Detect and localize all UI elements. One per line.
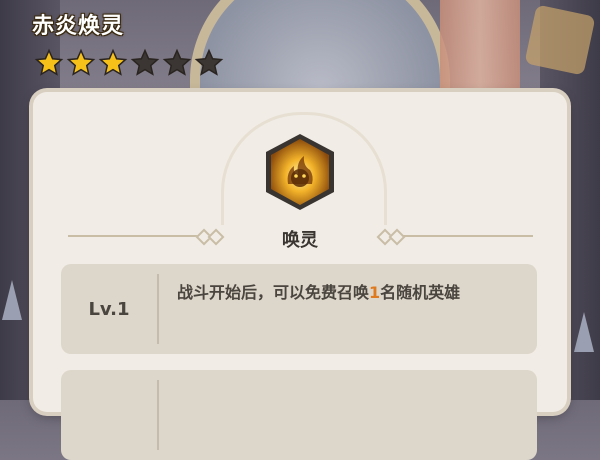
background-ornament: [524, 4, 596, 76]
star-filled-icon: [98, 48, 128, 76]
star-filled-icon: [34, 48, 64, 76]
spear-decoration-right: [574, 312, 594, 352]
star-filled-icon: [66, 48, 96, 76]
level-row: Lv.1 战斗开始后，可以免费召唤1名随机英雄: [61, 264, 537, 354]
star-empty-icon: [194, 48, 224, 76]
level-description: 战斗开始后，可以免费召唤1名随机英雄: [177, 278, 527, 308]
level-label: [61, 370, 157, 460]
divider-left: [68, 235, 198, 237]
level-description-text: 战斗开始后，可以免费召唤: [177, 283, 370, 302]
star-empty-icon: [130, 48, 160, 76]
level-highlight-number: 1: [369, 283, 381, 302]
fire-spirit-icon: [266, 134, 334, 210]
star-rating: [34, 48, 224, 78]
star-empty-icon: [162, 48, 192, 76]
hero-name: 赤炎焕灵: [32, 14, 125, 39]
level-separator: [157, 274, 159, 344]
level-description-text-end: 名随机英雄: [380, 283, 461, 302]
divider-right: [403, 235, 533, 237]
level-row: [61, 370, 537, 460]
skill-name: 唤灵: [282, 230, 318, 251]
skill-panel: 唤灵 Lv.1 战斗开始后，可以免费召唤1名随机英雄: [33, 92, 567, 460]
level-label: Lv.1: [88, 298, 130, 320]
level-separator: [157, 380, 159, 450]
spear-decoration-left: [2, 280, 22, 320]
